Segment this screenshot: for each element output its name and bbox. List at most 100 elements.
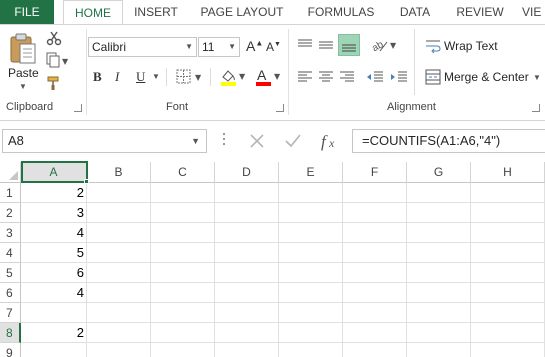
cell-f9[interactable] xyxy=(343,343,407,357)
cell-h3[interactable] xyxy=(471,223,545,243)
cell-g2[interactable] xyxy=(407,203,471,223)
cell-f4[interactable] xyxy=(343,243,407,263)
copy-icon[interactable]: ▼ xyxy=(45,51,71,69)
cell-c9[interactable] xyxy=(151,343,215,357)
row-header-2[interactable]: 2 xyxy=(0,203,21,223)
paste-dropdown-icon[interactable]: ▼ xyxy=(19,82,27,91)
cell-a9[interactable] xyxy=(21,343,87,357)
underline-dropdown-icon[interactable]: ▼ xyxy=(152,72,160,81)
cell-b6[interactable] xyxy=(87,283,151,303)
column-header-e[interactable]: E xyxy=(279,162,343,183)
tab-formulas[interactable]: FORMULAS xyxy=(303,0,379,24)
cell-f5[interactable] xyxy=(343,263,407,283)
wrap-text-icon[interactable] xyxy=(424,37,442,55)
cell-h6[interactable] xyxy=(471,283,545,303)
column-header-f[interactable]: F xyxy=(343,162,407,183)
cell-b3[interactable] xyxy=(87,223,151,243)
cell-d4[interactable] xyxy=(215,243,279,263)
cell-g8[interactable] xyxy=(407,323,471,343)
row-header-5[interactable]: 5 xyxy=(0,263,21,283)
cell-c4[interactable] xyxy=(151,243,215,263)
cell-f7[interactable] xyxy=(343,303,407,323)
cell-h8[interactable] xyxy=(471,323,545,343)
tab-view[interactable]: VIE xyxy=(522,0,545,24)
cell-e2[interactable] xyxy=(279,203,343,223)
cell-f6[interactable] xyxy=(343,283,407,303)
tab-file[interactable]: FILE xyxy=(0,0,54,24)
cell-e4[interactable] xyxy=(279,243,343,263)
cell-g4[interactable] xyxy=(407,243,471,263)
fill-handle[interactable] xyxy=(84,179,89,184)
row-header-7[interactable]: 7 xyxy=(0,303,21,323)
cell-h4[interactable] xyxy=(471,243,545,263)
cell-e6[interactable] xyxy=(279,283,343,303)
cell-b7[interactable] xyxy=(87,303,151,323)
align-center-icon[interactable] xyxy=(317,69,335,85)
cell-e5[interactable] xyxy=(279,263,343,283)
row-header-6[interactable]: 6 xyxy=(0,283,21,303)
align-left-icon[interactable] xyxy=(296,69,314,85)
cell-g7[interactable] xyxy=(407,303,471,323)
cell-h7[interactable] xyxy=(471,303,545,323)
cell-d6[interactable] xyxy=(215,283,279,303)
cell-g5[interactable] xyxy=(407,263,471,283)
paste-button[interactable]: Paste xyxy=(8,66,39,80)
cell-d1[interactable] xyxy=(215,183,279,203)
column-header-h[interactable]: H xyxy=(471,162,545,183)
cell-a8[interactable]: 2 xyxy=(21,323,87,343)
cell-c1[interactable] xyxy=(151,183,215,203)
row-header-8[interactable]: 8 xyxy=(0,323,21,343)
formula-input[interactable]: =COUNTIFS(A1:A6,"4") xyxy=(352,129,545,153)
cell-d5[interactable] xyxy=(215,263,279,283)
tab-data[interactable]: DATA xyxy=(393,0,437,24)
column-header-c[interactable]: C xyxy=(151,162,215,183)
name-box[interactable]: A8 ▼ xyxy=(2,129,207,153)
column-header-b[interactable]: B xyxy=(87,162,151,183)
cell-a6[interactable]: 4 xyxy=(21,283,87,303)
shrink-font-button[interactable]: A▼ xyxy=(266,40,281,54)
cell-g6[interactable] xyxy=(407,283,471,303)
resize-handle-icon[interactable] xyxy=(223,133,226,149)
cell-a3[interactable]: 4 xyxy=(21,223,87,243)
cell-f2[interactable] xyxy=(343,203,407,223)
cell-b4[interactable] xyxy=(87,243,151,263)
row-header-9[interactable]: 9 xyxy=(0,343,21,357)
cell-b9[interactable] xyxy=(87,343,151,357)
align-top-icon[interactable] xyxy=(296,36,314,54)
wrap-text-button[interactable]: Wrap Text xyxy=(444,39,498,53)
column-header-d[interactable]: D xyxy=(215,162,279,183)
cell-f3[interactable] xyxy=(343,223,407,243)
cell-f1[interactable] xyxy=(343,183,407,203)
cell-c5[interactable] xyxy=(151,263,215,283)
cell-c7[interactable] xyxy=(151,303,215,323)
alignment-launcher-icon[interactable] xyxy=(532,104,540,112)
row-header-4[interactable]: 4 xyxy=(0,243,21,263)
cell-b5[interactable] xyxy=(87,263,151,283)
cell-f8[interactable] xyxy=(343,323,407,343)
orientation-icon[interactable]: ab ▼ xyxy=(370,35,400,55)
cell-c3[interactable] xyxy=(151,223,215,243)
bold-button[interactable]: B xyxy=(93,69,102,85)
cell-b8[interactable] xyxy=(87,323,151,343)
increase-indent-icon[interactable] xyxy=(389,69,409,85)
column-header-g[interactable]: G xyxy=(407,162,471,183)
underline-button[interactable]: U xyxy=(136,69,145,85)
cell-a7[interactable] xyxy=(21,303,87,323)
merge-dropdown-icon[interactable]: ▼ xyxy=(533,73,541,82)
borders-icon[interactable]: ▼ xyxy=(175,68,205,86)
cell-c8[interactable] xyxy=(151,323,215,343)
cell-c2[interactable] xyxy=(151,203,215,223)
font-name-select[interactable]: Calibri ▼ xyxy=(88,37,197,57)
tab-home[interactable]: HOME xyxy=(63,0,123,25)
worksheet-grid[interactable]: ABCDEFGH1223344556647829 xyxy=(0,162,545,357)
cell-b1[interactable] xyxy=(87,183,151,203)
select-all-button[interactable] xyxy=(0,162,21,183)
cell-d3[interactable] xyxy=(215,223,279,243)
align-bottom-icon[interactable] xyxy=(338,34,360,56)
cell-a1[interactable]: 2 xyxy=(21,183,87,203)
font-color-icon[interactable]: A ▼ xyxy=(253,67,283,87)
cell-h1[interactable] xyxy=(471,183,545,203)
font-size-select[interactable]: 11 ▼ xyxy=(198,37,240,57)
font-launcher-icon[interactable] xyxy=(276,104,284,112)
cell-d8[interactable] xyxy=(215,323,279,343)
